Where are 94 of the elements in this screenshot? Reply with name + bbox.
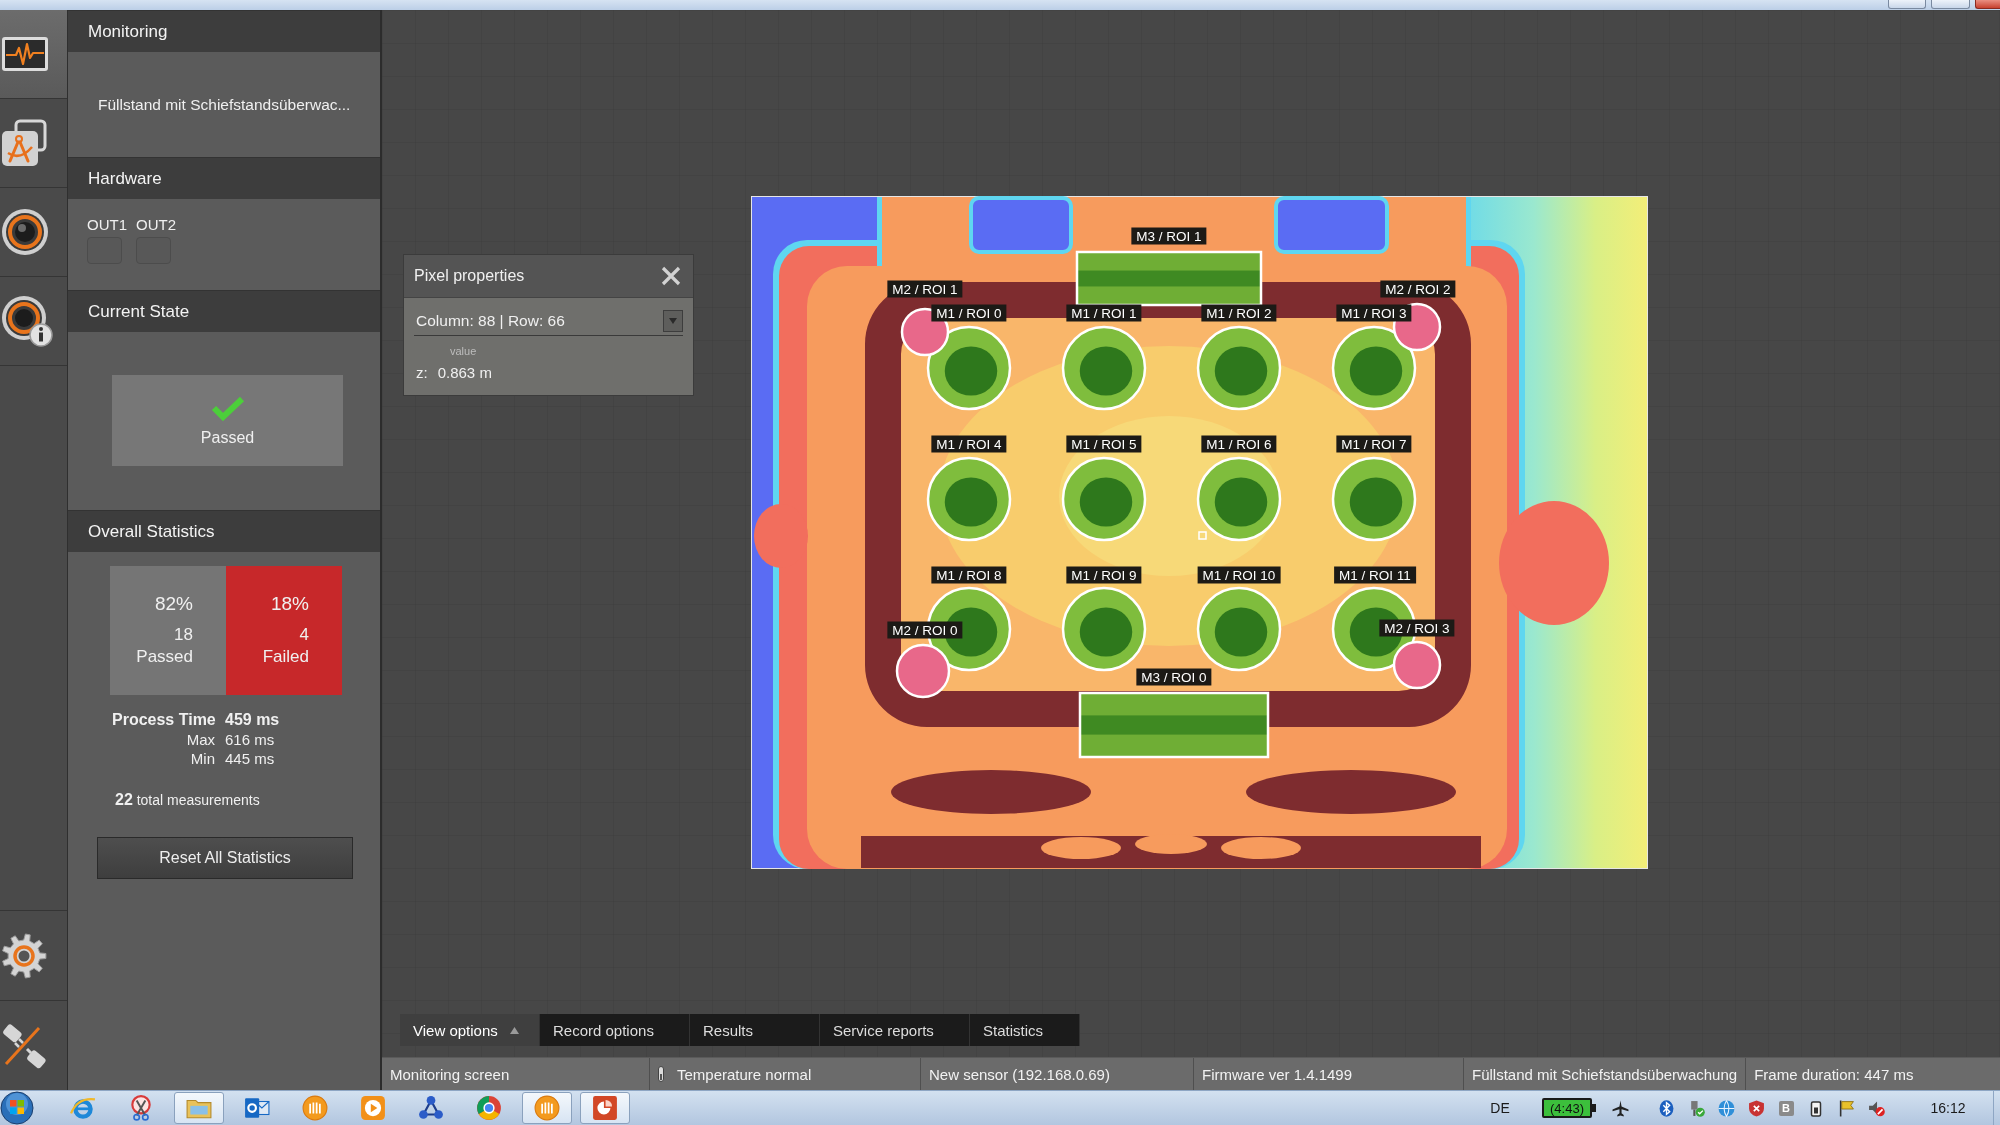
failed-count: 4	[299, 624, 309, 646]
roi-label: M1 / ROI 5	[1066, 435, 1142, 453]
status-text: Monitoring screen	[390, 1065, 510, 1083]
roi-label: M1 / ROI 1	[1066, 304, 1142, 322]
maximize-button[interactable]	[1931, 0, 1970, 9]
reset-statistics-button[interactable]: Reset All Statistics	[97, 836, 353, 879]
plug-icon	[1, 1021, 49, 1070]
roi-label: M1 / ROI 8	[931, 566, 1007, 584]
pixel-dropdown[interactable]: Column: 88 | Row: 66	[414, 310, 683, 336]
play-icon	[360, 1095, 386, 1121]
section-header: Monitoring	[68, 10, 380, 52]
close-button[interactable]	[1975, 0, 2000, 9]
roi-label: M3 / ROI 1	[1131, 227, 1207, 245]
output-label: OUT2	[136, 216, 177, 233]
shield-icon[interactable]	[1747, 1099, 1765, 1117]
clock[interactable]: 16:12	[1903, 1100, 1993, 1116]
panel-title: Pixel properties	[414, 267, 525, 285]
value-caption: value	[450, 345, 477, 357]
axis-label: z:	[416, 364, 428, 381]
tab[interactable]: Service reports	[820, 1014, 970, 1046]
roi-label: M2 / ROI 3	[1379, 619, 1455, 637]
passed-percent: 82%	[154, 592, 193, 616]
settings-icon	[1, 932, 47, 979]
segmented-circle-icon	[476, 1095, 502, 1121]
total-measurements: 22 total measurements	[115, 790, 260, 809]
status-text: Füllstand mit Schiefstandsüberwachung	[1472, 1065, 1738, 1083]
tab[interactable]: Statistics	[970, 1014, 1080, 1046]
airplane-icon[interactable]	[1611, 1099, 1629, 1117]
time-value: 445 ms	[225, 749, 276, 769]
output-label: OUT1	[87, 216, 127, 233]
flag-icon[interactable]	[1837, 1099, 1855, 1117]
taskbar-button[interactable]	[522, 1092, 572, 1124]
time-value: 459 ms	[225, 710, 280, 730]
application-name: Füllstand mit Schiefstandsüberwac...	[98, 95, 351, 114]
speaker-icon	[1, 208, 49, 256]
battery-indicator[interactable]: (4:43)	[1542, 1098, 1592, 1118]
cursor-marker-icon	[1198, 531, 1207, 540]
failed-label: Failed	[262, 646, 309, 668]
state-label: Passed	[200, 428, 255, 447]
nav-button[interactable]	[0, 10, 67, 99]
roi-label: M1 / ROI 7	[1336, 435, 1412, 453]
hot-spot	[754, 504, 808, 568]
roi-label: M1 / ROI 10	[1197, 566, 1281, 584]
section-header: Overall Statistics	[68, 510, 380, 552]
roi-label: M2 / ROI 0	[887, 621, 963, 639]
passed-count: 18	[174, 624, 193, 646]
muted-speaker-icon[interactable]	[1867, 1099, 1885, 1117]
status-text: Frame duration: 447 ms	[1754, 1065, 1914, 1083]
roi-label: M1 / ROI 9	[1066, 566, 1142, 584]
tab[interactable]: View options	[400, 1014, 540, 1046]
ring-icon	[70, 1095, 96, 1121]
speaker-info-icon	[1, 295, 53, 347]
thermometer-icon	[658, 1066, 664, 1082]
roi-label: M1 / ROI 4	[931, 435, 1007, 453]
roi-label: M1 / ROI 0	[931, 304, 1007, 322]
minimize-button[interactable]	[1888, 0, 1926, 9]
roi-label: M1 / ROI 3	[1336, 304, 1412, 322]
language-indicator[interactable]: DE	[1478, 1100, 1522, 1116]
section-header: Hardware	[68, 157, 380, 199]
time-label: Min	[189, 749, 215, 769]
disc-icon	[302, 1095, 328, 1121]
scissors-icon	[128, 1095, 154, 1121]
tab[interactable]: Results	[690, 1014, 820, 1046]
roi-label: M1 / ROI 11	[1334, 566, 1416, 584]
battery-icon[interactable]	[1810, 1099, 1822, 1117]
caret-icon	[663, 310, 683, 332]
network-icon	[418, 1095, 444, 1121]
globe-icon[interactable]	[1717, 1099, 1735, 1117]
roi-label: M1 / ROI 2	[1201, 304, 1277, 322]
tab[interactable]: Record options	[540, 1014, 690, 1046]
section-header: Current State	[68, 290, 380, 332]
status-text: New sensor (192.168.0.69)	[929, 1065, 1110, 1083]
start-orb-icon[interactable]	[0, 1091, 34, 1125]
status-text: Firmware ver 1.4.1499	[1202, 1065, 1353, 1083]
time-value: 616 ms	[225, 729, 276, 749]
pixel-value: 0.863 m	[437, 364, 492, 381]
close-icon[interactable]	[661, 266, 681, 286]
bluetooth-icon[interactable]	[1658, 1099, 1674, 1117]
time-label: Max	[185, 729, 215, 749]
status-text: Temperature normal	[677, 1065, 812, 1083]
roi-label: M2 / ROI 1	[887, 280, 963, 298]
time-label: Process Time	[112, 710, 215, 730]
caret-icon	[509, 1026, 519, 1034]
mail-icon	[244, 1095, 270, 1121]
roi-label: M3 / ROI 0	[1136, 668, 1212, 686]
roi-label: M1 / ROI 6	[1201, 435, 1277, 453]
slides-icon	[592, 1095, 618, 1121]
roi-label: M2 / ROI 2	[1380, 280, 1456, 298]
monitor-pulse-icon	[1, 36, 49, 72]
passed-label: Passed	[136, 646, 193, 668]
disc-icon	[534, 1095, 560, 1121]
taskbar-button[interactable]	[580, 1092, 630, 1124]
compass-icon	[1, 119, 47, 167]
failed-percent: 18%	[270, 592, 309, 616]
